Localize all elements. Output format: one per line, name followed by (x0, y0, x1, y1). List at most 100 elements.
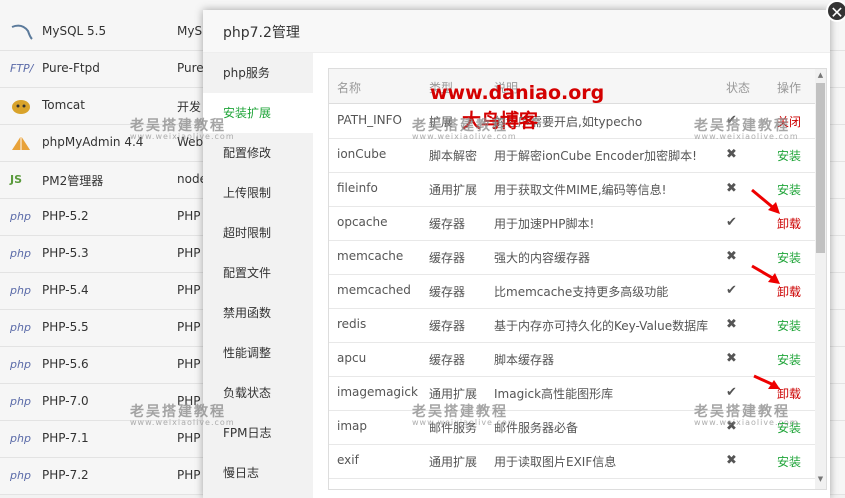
ext-name: imap (337, 419, 367, 433)
cross-icon: ✖ (726, 181, 737, 196)
php-icon: php (10, 321, 31, 334)
scroll-up-arrow-icon[interactable]: ▲ (816, 71, 825, 80)
bg-software-name: PHP-7.2 (42, 468, 89, 482)
bg-software-desc: PHP (177, 209, 201, 223)
ext-type: 通用扩展 (429, 455, 478, 469)
table-scrollbar[interactable]: ▲ ▼ (815, 69, 826, 489)
annotation-arrow-icon (753, 374, 780, 389)
bg-software-name: PM2管理器 (42, 174, 104, 188)
bg-software-desc: PHP (177, 283, 201, 297)
nav-item[interactable]: 上传限制 (203, 173, 313, 213)
bg-software-name: PHP-7.0 (42, 394, 89, 408)
watermark-url-1: www.weixiaolive.com (130, 132, 235, 141)
bg-software-name: PHP-7.1 (42, 431, 89, 445)
ext-name: ionCube (337, 147, 387, 161)
ext-desc: 用于读取图片EXIF信息 (494, 455, 617, 469)
bg-software-desc: PHP (177, 246, 201, 260)
ext-type: 脚本解密 (429, 149, 478, 163)
close-dialog-button[interactable]: ✕ (826, 0, 845, 22)
install-link[interactable]: 安装 (777, 351, 801, 368)
ext-name: exif (337, 453, 359, 467)
ext-name: opcache (337, 215, 388, 229)
ext-type: 缓存器 (429, 353, 466, 367)
bg-software-desc: PHP (177, 357, 201, 371)
ext-desc: 用于获取文件MIME,编码等信息! (494, 183, 667, 197)
cross-icon: ✖ (726, 317, 737, 332)
ext-name: apcu (337, 351, 367, 365)
cross-icon: ✖ (726, 147, 737, 162)
annotation-arrow-icon (751, 188, 780, 214)
bg-software-name: PHP-5.2 (42, 209, 89, 223)
install-link[interactable]: 安装 (777, 317, 801, 334)
nav-item[interactable]: php服务 (203, 53, 313, 93)
bg-software-desc: MyS (177, 24, 203, 38)
watermark-url-2: www.weixiaolive.com (412, 132, 517, 141)
annotation-arrow-icon (751, 264, 780, 284)
ftp-icon: FTP/ (10, 62, 34, 75)
ext-desc: 用于解密ionCube Encoder加密脚本! (494, 149, 697, 163)
nav-item[interactable]: 配置文件 (203, 253, 313, 293)
php-icon: php (10, 469, 31, 482)
php-icon: php (10, 210, 31, 223)
bg-software-name: phpMyAdmin 4.4 (42, 135, 144, 149)
bg-software-desc: Pure (177, 61, 204, 75)
tomcat-icon (10, 97, 36, 115)
dialog-title: php7.2管理 (223, 25, 300, 41)
check-icon: ✔ (726, 215, 737, 230)
watermark-red-url: www.daniao.org (430, 82, 605, 104)
install-link[interactable]: 安装 (777, 147, 801, 164)
watermark-url-5: www.weixiaolive.com (412, 418, 517, 427)
cross-icon: ✖ (726, 249, 737, 264)
cross-icon: ✖ (726, 453, 737, 468)
uninstall-link[interactable]: 卸载 (777, 215, 801, 232)
ext-desc: 比memcache支持更多高级功能 (494, 285, 669, 299)
nodejs-icon: JS (10, 173, 23, 186)
bg-software-name: MySQL 5.5 (42, 24, 107, 38)
watermark-url-3: www.weixiaolive.com (694, 132, 799, 141)
scroll-down-arrow-icon[interactable]: ▼ (816, 475, 825, 484)
nav-item[interactable]: 慢日志 (203, 453, 313, 493)
ext-type: 通用扩展 (429, 183, 478, 197)
bg-software-name: PHP-5.5 (42, 320, 89, 334)
install-link[interactable]: 安装 (777, 453, 801, 470)
header-name: 名称 (337, 81, 362, 95)
table-row: exif 通用扩展 用于读取图片EXIF信息 ✖ 安装 (329, 444, 815, 479)
mysql-icon (10, 23, 36, 41)
php-icon: php (10, 358, 31, 371)
header-status: 状态 (726, 81, 751, 95)
nav-item[interactable]: 禁用函数 (203, 293, 313, 333)
ext-desc: 邮件服务器必备 (494, 421, 579, 435)
ext-desc: 用于加速PHP脚本! (494, 217, 595, 231)
ext-desc: Imagick高性能图形库 (494, 387, 614, 401)
ext-type: 通用扩展 (429, 387, 478, 401)
ext-desc: 基于内存亦可持久化的Key-Value数据库 (494, 319, 709, 333)
bg-software-name: PHP-5.6 (42, 357, 89, 371)
bg-software-desc: PHP (177, 468, 201, 482)
ext-name: memcache (337, 249, 404, 263)
php-icon: php (10, 247, 31, 260)
table-row: fileinfo 通用扩展 用于获取文件MIME,编码等信息! ✖ 安装 (329, 172, 815, 207)
bg-software-desc: PHP (177, 320, 201, 334)
ext-type: 缓存器 (429, 319, 466, 333)
nav-item[interactable]: 超时限制 (203, 213, 313, 253)
ext-name: redis (337, 317, 367, 331)
php-icon: php (10, 432, 31, 445)
table-row: memcached 缓存器 比memcache支持更多高级功能 ✔ 卸载 (329, 274, 815, 309)
table-row: apcu 缓存器 脚本缓存器 ✖ 安装 (329, 342, 815, 377)
watermark-url-4: www.weixiaolive.com (130, 418, 235, 427)
ext-name: PATH_INFO (337, 113, 402, 127)
bg-software-name: Tomcat (42, 98, 85, 112)
table-row: redis 缓存器 基于内存亦可持久化的Key-Value数据库 ✖ 安装 (329, 308, 815, 343)
scroll-thumb[interactable] (816, 83, 825, 253)
ext-type: 缓存器 (429, 217, 466, 231)
bg-software-name: PHP-5.3 (42, 246, 89, 260)
bg-software-name: PHP-5.4 (42, 283, 89, 297)
ext-desc: 脚本缓存器 (494, 353, 555, 367)
php-icon: php (10, 284, 31, 297)
bg-software-desc: 开发 (177, 100, 202, 114)
table-row: memcache 缓存器 强大的内容缓存器 ✖ 安装 (329, 240, 815, 275)
nav-item[interactable]: 性能调整 (203, 333, 313, 373)
dialog-header: php7.2管理 (203, 10, 830, 53)
table-row: ionCube 脚本解密 用于解密ionCube Encoder加密脚本! ✖ 安装 (329, 138, 815, 173)
ext-type: 缓存器 (429, 251, 466, 265)
